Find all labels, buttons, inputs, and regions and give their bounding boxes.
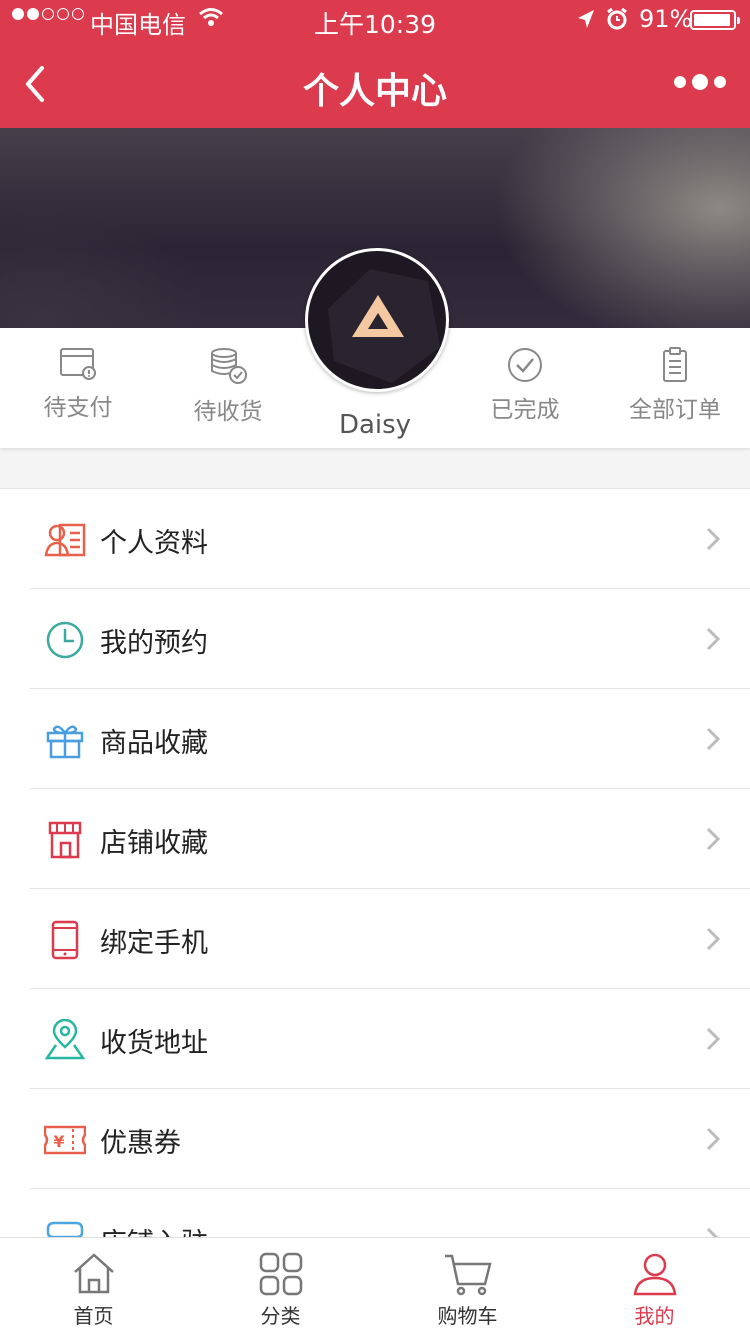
battery-icon [690, 10, 740, 30]
chevron-right-icon [706, 1127, 720, 1151]
svg-text:¥: ¥ [53, 1132, 64, 1151]
menu-item-address[interactable]: 收货地址 [0, 989, 750, 1089]
battery-percentage: 91% [639, 5, 693, 33]
menu-item-appointments[interactable]: 我的预约 [0, 589, 750, 689]
user-icon [633, 1253, 676, 1296]
menu-item-label: 商品收藏 [100, 728, 208, 759]
completed-check-icon [508, 348, 542, 382]
menu-item-label: 我的预约 [100, 628, 208, 659]
store-icon [48, 821, 82, 859]
navigation-bar: 个人中心 [0, 40, 750, 128]
page-title: 个人中心 [302, 71, 447, 112]
avatar[interactable] [305, 248, 449, 392]
chevron-right-icon [706, 627, 720, 651]
more-options-icon[interactable] [674, 74, 726, 90]
category-grid-icon [259, 1252, 302, 1296]
avatar-logo-icon [328, 269, 440, 383]
menu-item-label: 店铺收藏 [100, 828, 208, 859]
cart-icon [444, 1254, 492, 1296]
menu-item-personal-info[interactable]: 个人资料 [0, 489, 750, 589]
menu-item-bind-phone[interactable]: 绑定手机 [0, 889, 750, 989]
menu-item-coupons[interactable]: ¥ 优惠券 [0, 1089, 750, 1189]
tab-label: 购物车 [437, 1304, 498, 1328]
username: Daisy [338, 410, 412, 440]
pending-delivery-icon [211, 348, 247, 384]
clock-icon [46, 621, 84, 659]
tab-home[interactable]: 首页 [0, 1252, 187, 1329]
tab-mine[interactable]: 我的 [561, 1252, 748, 1329]
clipboard-icon [663, 347, 687, 382]
menu-item-store-favorites[interactable]: 店铺收藏 [0, 789, 750, 889]
menu-item-label: 绑定手机 [100, 928, 208, 959]
menu-item-label: 优惠券 [100, 1128, 181, 1159]
chevron-right-icon [706, 527, 720, 551]
chevron-right-icon [706, 927, 720, 951]
coupon-icon: ¥ [44, 1125, 86, 1155]
gift-icon [46, 725, 84, 759]
menu-item-label: 收货地址 [100, 1028, 208, 1059]
tab-label: 我的 [634, 1304, 675, 1328]
tab-label: 分类 [260, 1304, 301, 1328]
home-icon [73, 1253, 114, 1294]
menu-item-label: 个人资料 [100, 528, 208, 559]
status-bar: 中国电信 上午10:39 91% [0, 0, 750, 40]
status-time: 上午10:39 [313, 10, 437, 39]
chevron-right-icon [706, 1027, 720, 1051]
tab-cart[interactable]: 购物车 [374, 1252, 561, 1329]
profile-card-icon [44, 523, 86, 557]
tab-label: 首页 [73, 1304, 114, 1328]
bottom-tab-bar: 首页 分类 购物车 我的 [0, 1237, 750, 1334]
location-icon [44, 1019, 86, 1060]
chevron-right-icon [706, 727, 720, 751]
settings-menu: 个人资料 我的预约 商品收藏 店铺收藏 绑定手机 收货地址 ¥ 优惠券 [0, 488, 750, 1289]
chevron-right-icon [706, 827, 720, 851]
location-arrow-icon [578, 10, 594, 28]
tab-category[interactable]: 分类 [187, 1252, 374, 1329]
menu-item-product-favorites[interactable]: 商品收藏 [0, 689, 750, 789]
phone-icon [51, 920, 79, 960]
alarm-icon [607, 7, 627, 30]
pending-payment-icon [60, 348, 96, 380]
